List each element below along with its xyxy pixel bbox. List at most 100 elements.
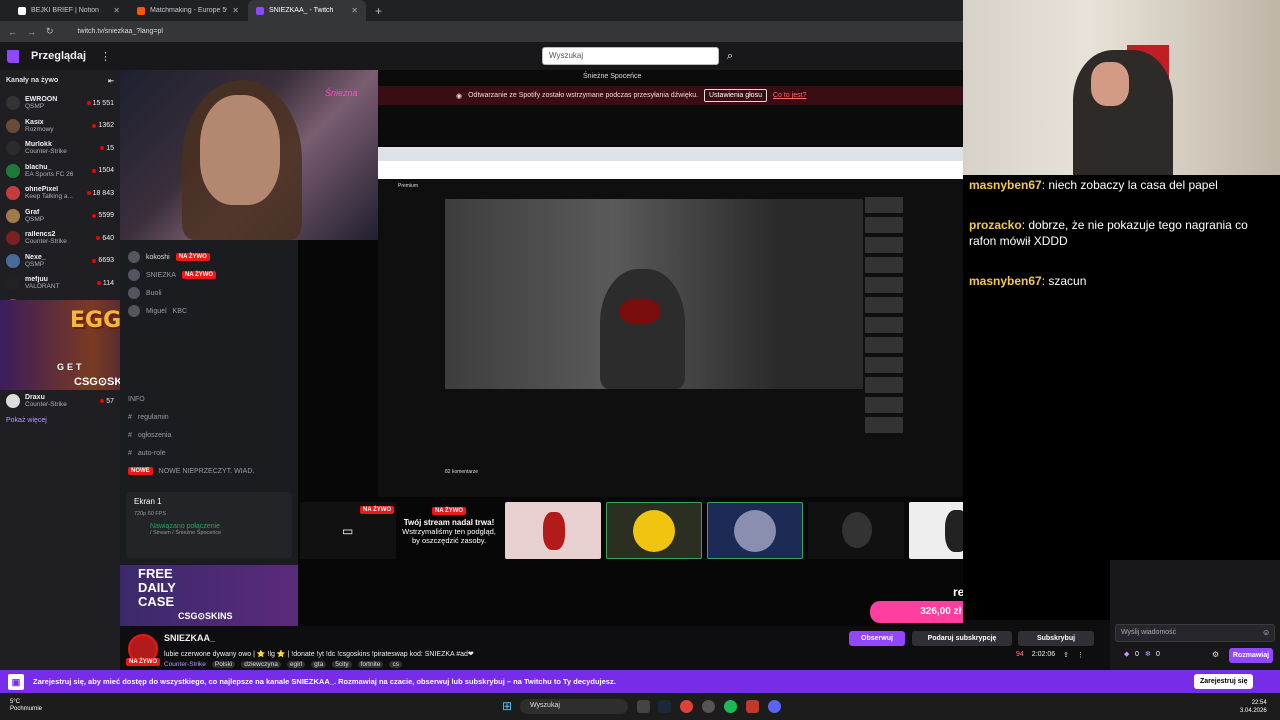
live-dot-icon (92, 258, 97, 263)
tag[interactable]: Polski (211, 661, 236, 668)
sidebar-channel[interactable]: blachu_ EA Sports FC 26 1504 (0, 160, 120, 183)
live-dot-icon (86, 101, 91, 106)
daily-brand: CSG⊙SKINS (178, 611, 233, 621)
daily-case-ad[interactable]: FREE DAILY CASE CSG⊙SKINS (120, 565, 298, 626)
browser-tab-twitch[interactable]: SNIEZKAA_ - Twitch ✕ (248, 0, 366, 21)
register-button[interactable]: Zarejestruj się (1194, 674, 1254, 689)
stream-game[interactable]: Counter-Strike (164, 661, 206, 668)
gift-sub-button[interactable]: Podaruj subskrypcję (912, 631, 1012, 646)
clock-time: 22:54 (1251, 700, 1267, 706)
viewer-count: 15 551 (92, 99, 114, 107)
shared-tabbar (378, 147, 963, 161)
sidebar-channel[interactable]: ohnePixel Keep Talking a... 18 843 (0, 182, 120, 205)
voice-settings-button: Ustawienia głosu (704, 89, 767, 102)
chat-settings-icon[interactable]: ⚙ (1212, 650, 1219, 659)
avatar (128, 251, 140, 263)
obs-icon[interactable] (702, 700, 715, 713)
close-tab-icon[interactable]: ✕ (113, 6, 120, 15)
subscribe-button[interactable]: Subskrybuj (1018, 631, 1094, 646)
tag[interactable]: cs (389, 661, 402, 668)
streamer-webcam (963, 0, 1280, 175)
tag[interactable]: 5city (332, 661, 352, 668)
notion-icon (18, 6, 26, 15)
spotify-icon: ◉ (456, 92, 463, 100)
kbc-tag: KBC (172, 307, 188, 315)
sidebar-channel[interactable]: Draxu Counter-Strike 57 (0, 390, 120, 413)
chat-username[interactable]: masnyben67 (969, 178, 1042, 192)
tab-label: Matchmaking - Europe 5v5 Qu (150, 7, 227, 14)
tag[interactable]: dziewczyna (241, 661, 281, 668)
collapse-sidebar-icon[interactable]: ⇤ (108, 77, 114, 85)
new-messages-label: NOWE NIEPRZECZYT. WIAD. (158, 467, 255, 475)
search-icon[interactable]: ⌕ (721, 47, 739, 65)
browser-tab-notion[interactable]: BEJKI BRIEF | Notion ✕ (10, 0, 128, 21)
reload-icon[interactable]: ↻ (46, 26, 54, 37)
taskbar-search[interactable]: Wyszukaj (520, 699, 628, 714)
back-icon[interactable]: ← (8, 27, 17, 37)
faceit-icon[interactable] (746, 700, 759, 713)
sidebar-channel[interactable]: mefjuu VALORANT 114 (0, 272, 120, 295)
chat-text: niech zobaczy la casa del papel (1048, 178, 1218, 192)
start-icon[interactable]: ⊞ (502, 700, 514, 712)
voice-user: SNIEZKA NA ŻYWO (120, 266, 298, 284)
url-field[interactable]: twitch.tv/sniezkaa_?lang=pl (78, 28, 163, 35)
browser-tab-faceit[interactable]: Matchmaking - Europe 5v5 Qu ✕ (129, 0, 247, 21)
channel-game: QSMP (25, 215, 45, 223)
chat-send-button[interactable]: Rozmawiaj (1229, 648, 1273, 663)
weather-widget[interactable]: 5°C Pochmurnie (10, 699, 42, 713)
chat-username[interactable]: prozacko (969, 218, 1022, 232)
discord-icon[interactable] (768, 700, 781, 713)
steam-icon[interactable] (658, 700, 671, 713)
sidebar-channel[interactable]: rallencs2 Counter-Strike 640 (0, 227, 120, 250)
tag[interactable]: fortnite (357, 661, 384, 668)
text-channel: # regulamin (128, 413, 169, 421)
more-options-icon[interactable]: ⋮ (1077, 651, 1084, 659)
more-menu-icon[interactable]: ⋮ (100, 50, 111, 63)
sidebar-channel[interactable]: Nexe_ QSMP 6693 (0, 250, 120, 273)
browse-link[interactable]: Przeglądaj (31, 50, 86, 62)
daily-line3: CASE (138, 594, 175, 609)
forward-icon[interactable]: → (27, 27, 36, 37)
channel-points-icon[interactable]: ◆ (1124, 650, 1129, 658)
chat-message: masnyben67: niech zobaczy la casa del pa… (969, 178, 1218, 192)
yt-premium-label: Premium (398, 183, 419, 189)
streamer-camera: Śnieżna (120, 70, 378, 240)
sidebar-channel[interactable]: EWROON QSMP 15 551 (0, 92, 120, 115)
what-is-this-link: Co to jest? (772, 92, 807, 99)
sidebar-channel[interactable]: Graf QSMP 5599 (0, 205, 120, 228)
emote-icon[interactable]: ☺ (1262, 628, 1270, 637)
channel-game: Rozmowy (25, 125, 54, 133)
task-view-icon[interactable] (637, 700, 650, 713)
viewer-count: 5599 (98, 212, 114, 220)
webcam-face (1091, 62, 1129, 106)
search-input[interactable]: Wyszukaj (542, 47, 719, 65)
chat-username[interactable]: masnyben67 (969, 274, 1042, 288)
close-tab-icon[interactable]: ✕ (232, 6, 239, 15)
sidebar-channel[interactable]: Kasix Rozmowy 1362 (0, 115, 120, 138)
snowflake-icon[interactable]: ✻ (1145, 650, 1151, 658)
still-live-title: Twój stream nadal trwa! (403, 518, 495, 527)
close-tab-icon[interactable]: ✕ (351, 6, 358, 15)
channel-name: blachu_ (25, 163, 52, 171)
channel-name: Murlokk (25, 141, 52, 149)
chrome-icon[interactable] (680, 700, 693, 713)
new-tab-button[interactable]: + (367, 4, 382, 18)
tag[interactable]: gta (311, 661, 327, 668)
tag[interactable]: egirl (286, 661, 306, 668)
follow-button[interactable]: Obserwuj (849, 631, 905, 646)
show-more-link[interactable]: Pokaż więcej (0, 413, 120, 428)
share-icon[interactable]: ⇪ (1063, 651, 1069, 659)
sidebar-channel[interactable]: Murlokk Counter-Strike 15 (0, 137, 120, 160)
chat-input[interactable]: Wyślij wiadomość (1115, 624, 1275, 642)
channel-name: rallencs2 (25, 231, 56, 239)
video-player[interactable]: Śnieżna Śnieżne Spoceńce ◉ Odtwarzanie z… (120, 70, 963, 626)
live-badge: NA ŻYWO (126, 658, 161, 666)
streamer-name[interactable]: SNIEZKAA_ (164, 633, 215, 643)
connected-label: Nawiązano połączenie (150, 523, 221, 530)
red-mask (620, 299, 660, 324)
twitch-logo-icon[interactable] (7, 49, 19, 63)
spotify-icon[interactable] (724, 700, 737, 713)
system-clock[interactable]: 22:54 3.04.2026 (1240, 699, 1267, 715)
channel-label: ogłoszenia (137, 431, 172, 439)
participant-tile (909, 502, 963, 559)
